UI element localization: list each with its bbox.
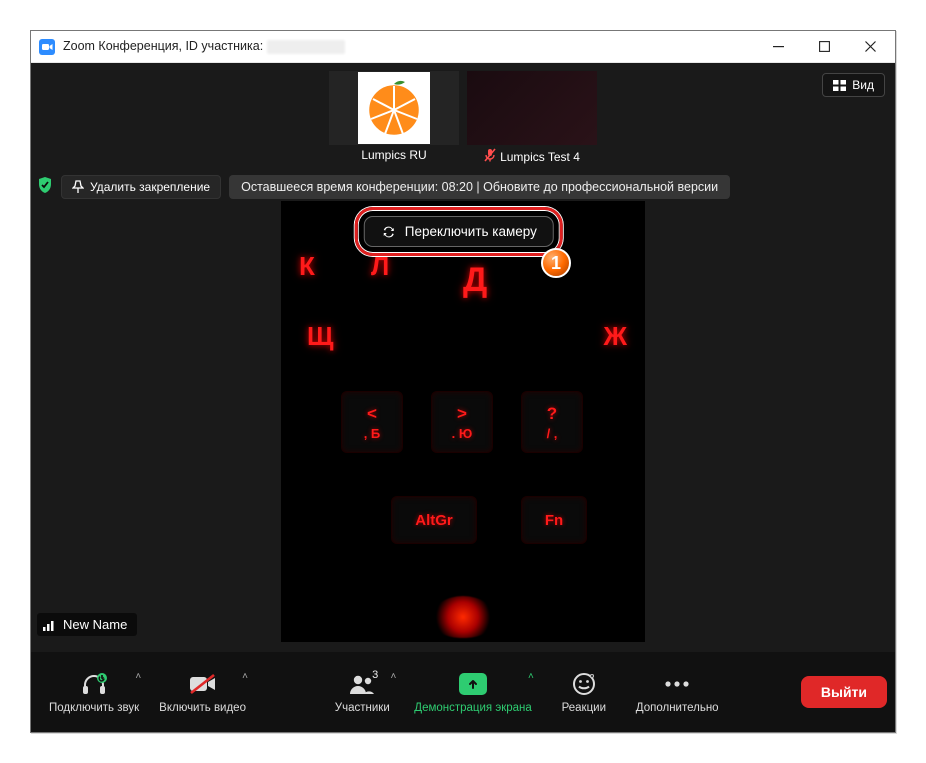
self-name-label: New Name: [37, 613, 137, 636]
switch-camera-button[interactable]: Переключить камеру: [364, 216, 554, 247]
thumbnail-1[interactable]: Lumpics RU: [329, 71, 459, 165]
headphones-icon: [80, 671, 108, 697]
participant-id-blur: [267, 40, 345, 54]
video-button[interactable]: ˄ Включить видео: [149, 665, 256, 720]
chevron-up-icon[interactable]: ˄: [135, 671, 141, 682]
video-label: Включить видео: [159, 702, 246, 714]
chevron-up-icon[interactable]: ˄: [528, 671, 534, 682]
switch-icon: [381, 225, 397, 239]
main-video: К Л Д Щ Ж <, Б >. Ю ?/ , AltGr Fn: [281, 201, 645, 642]
camera-off-icon: [188, 671, 218, 697]
app-window: Zoom Конференция, ID участника: Lumpics …: [30, 30, 896, 733]
more-label: Дополнительно: [636, 702, 719, 714]
window-controls: [755, 31, 893, 62]
unpin-button[interactable]: Удалить закрепление: [61, 175, 221, 199]
more-icon: [663, 671, 691, 697]
share-icon: [459, 673, 487, 695]
close-button[interactable]: [847, 31, 893, 62]
view-button[interactable]: Вид: [822, 73, 885, 97]
participant-thumbnails: Lumpics RU Lumpics Test 4: [31, 71, 895, 165]
grid-icon: [833, 80, 846, 91]
participants-button[interactable]: 3 ˄ Участники: [320, 665, 404, 720]
reactions-label: Реакции: [562, 702, 606, 714]
info-row: Удалить закрепление Оставшееся время кон…: [31, 173, 895, 201]
unpin-label: Удалить закрепление: [90, 180, 210, 194]
mic-muted-icon: [484, 148, 496, 165]
minimize-button[interactable]: [755, 31, 801, 62]
view-button-label: Вид: [852, 78, 874, 92]
chevron-up-icon[interactable]: ˄: [242, 671, 248, 682]
chevron-up-icon[interactable]: ˄: [390, 671, 396, 682]
switch-camera-label: Переключить камеру: [405, 224, 537, 239]
more-button[interactable]: Дополнительно: [626, 665, 729, 720]
annotation-badge-1: 1: [541, 248, 571, 278]
audio-label: Подключить звук: [49, 702, 139, 714]
participants-label: Участники: [335, 702, 390, 714]
meeting-toolbar: ˄ Подключить звук ˄ Включить видео 3 ˄ У…: [31, 652, 895, 732]
share-screen-button[interactable]: ˄ Демонстрация экрана: [404, 665, 542, 720]
thumbnail-2[interactable]: Lumpics Test 4: [467, 71, 597, 165]
leave-button[interactable]: Выйти: [801, 676, 887, 708]
signal-icon: [43, 619, 57, 631]
zoom-logo-icon: [39, 39, 55, 55]
audio-button[interactable]: ˄ Подключить звук: [39, 665, 149, 720]
window-title: Zoom Конференция, ID участника:: [63, 39, 345, 54]
shield-icon[interactable]: [37, 176, 53, 199]
pin-icon: [72, 180, 84, 194]
time-remaining-bar[interactable]: Оставшееся время конференции: 08:20 | Об…: [229, 175, 730, 199]
participants-count: 3: [372, 669, 378, 681]
share-label: Демонстрация экрана: [414, 702, 532, 714]
smile-icon: [571, 671, 597, 697]
maximize-button[interactable]: [801, 31, 847, 62]
titlebar: Zoom Конференция, ID участника:: [31, 31, 895, 63]
orange-avatar-icon: [358, 72, 430, 144]
meeting-content: Lumpics RU Lumpics Test 4 Вид Удалить за…: [31, 63, 895, 732]
thumbnail-2-label: Lumpics Test 4: [500, 150, 580, 164]
thumbnail-1-label: Lumpics RU: [361, 148, 426, 162]
switch-camera-highlight: Переключить камеру: [355, 207, 563, 256]
reactions-button[interactable]: Реакции: [542, 665, 626, 720]
